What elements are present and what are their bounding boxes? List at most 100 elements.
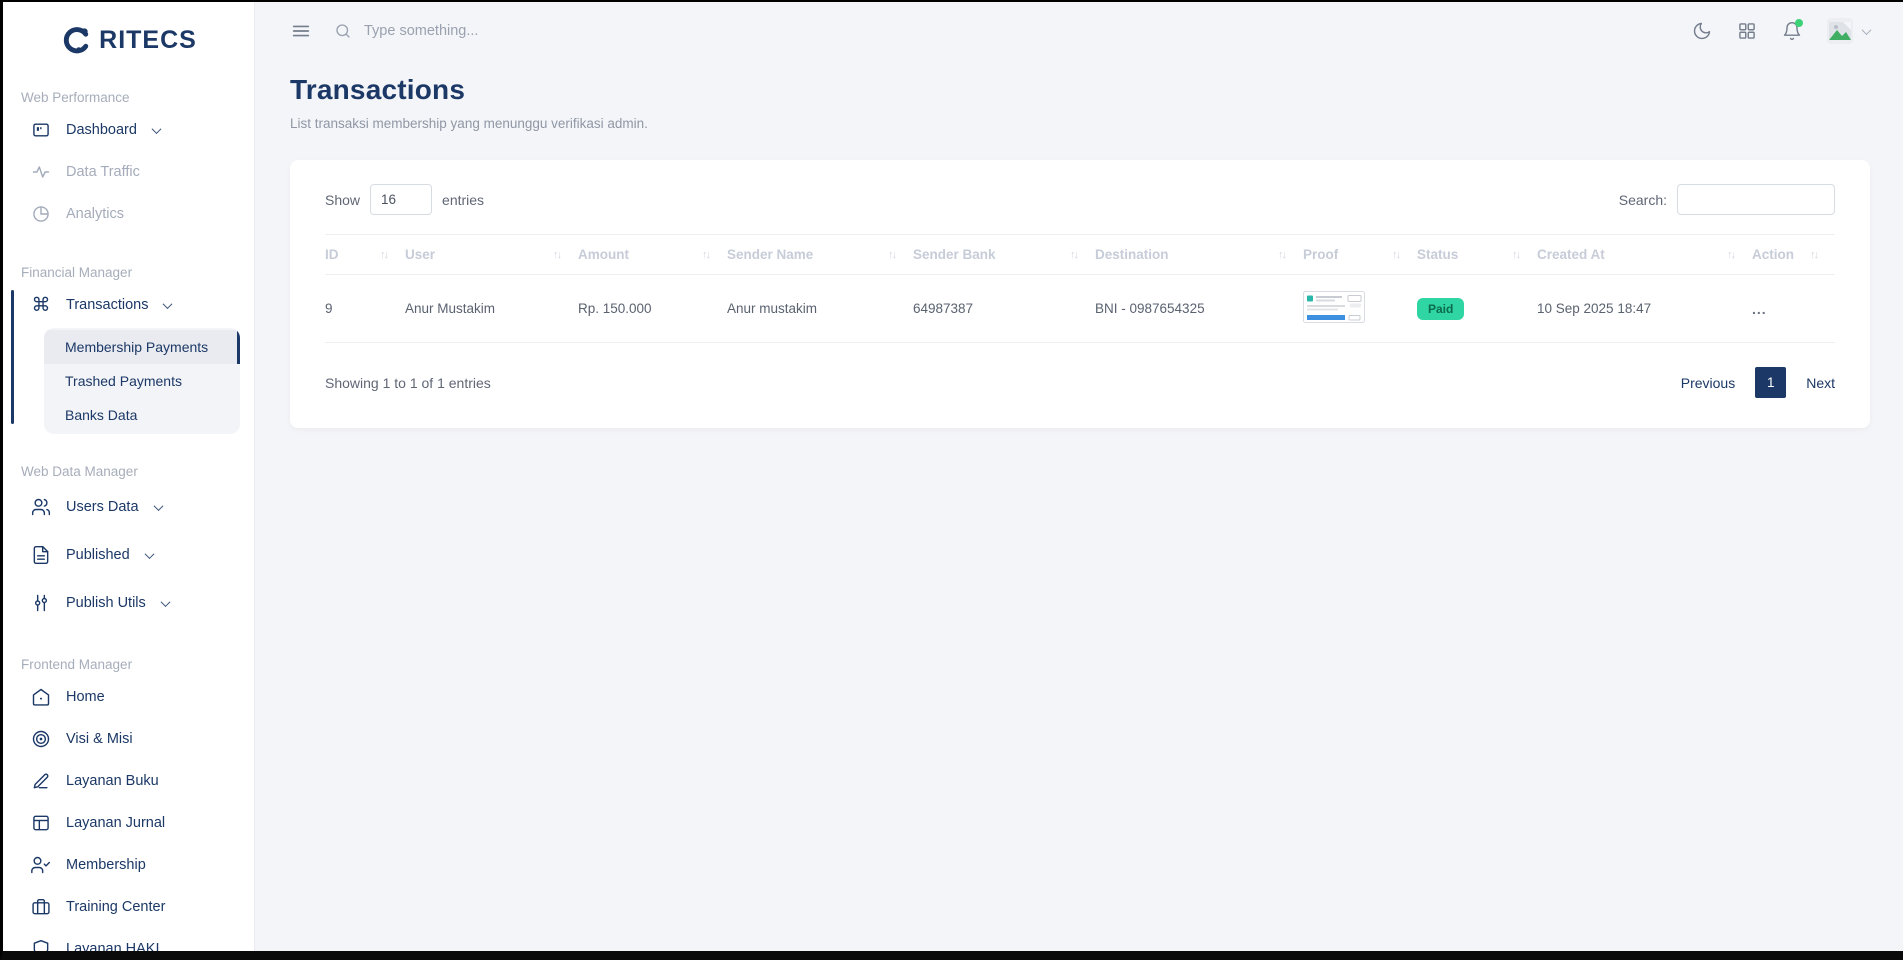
column-header-sender-name[interactable]: Sender Name↑↓: [727, 235, 913, 275]
transactions-submenu: Membership Payments Trashed Payments Ban…: [44, 328, 240, 434]
activity-icon: [30, 161, 52, 183]
brand-logo[interactable]: RITECS: [3, 2, 254, 60]
column-header-action[interactable]: Action↑↓: [1752, 235, 1835, 275]
apps-menu-button[interactable]: [1737, 21, 1757, 41]
sidebar-subitem-banks-data[interactable]: Banks Data: [44, 398, 240, 432]
sidebar-item-publish-utils[interactable]: Publish Utils: [3, 579, 254, 627]
pagination-page-1[interactable]: 1: [1755, 367, 1786, 398]
sort-icon: ↑↓: [1512, 249, 1519, 261]
sort-icon: ↑↓: [1392, 249, 1399, 261]
sort-icon: ↑↓: [553, 249, 560, 261]
transactions-group: ⌘ Transactions Membership Payments Trash…: [3, 284, 254, 434]
column-header-created-at[interactable]: Created At↑↓: [1537, 235, 1752, 275]
users-icon: [30, 496, 52, 518]
sort-icon: ↑↓: [1727, 249, 1734, 261]
sort-icon: ↑↓: [888, 249, 895, 261]
sidebar-item-label: Users Data: [66, 499, 139, 515]
sidebar-item-visi-misi[interactable]: Visi & Misi: [3, 718, 254, 760]
app-window: RITECS Web Performance Dashboard Data Tr…: [0, 0, 1903, 960]
pagination: Previous 1 Next: [1681, 367, 1835, 398]
cell-sender-name: Anur mustakim: [727, 275, 913, 343]
sidebar-item-analytics[interactable]: Analytics: [3, 193, 254, 235]
sidebar-item-training-center[interactable]: Training Center: [3, 886, 254, 928]
entries-info: Showing 1 to 1 of 1 entries: [325, 375, 491, 391]
row-actions-button[interactable]: ...: [1752, 301, 1767, 317]
sidebar-item-label: Membership: [66, 857, 146, 873]
grid-icon: [1737, 21, 1757, 41]
notifications-button[interactable]: [1782, 21, 1802, 41]
user-check-icon: [30, 854, 52, 876]
cell-sender-bank: 64987387: [913, 275, 1095, 343]
sidebar-item-label: Dashboard: [66, 122, 137, 138]
pagination-next-button[interactable]: Next: [1806, 375, 1835, 391]
sidebar-subitem-membership-payments[interactable]: Membership Payments: [44, 330, 240, 364]
sidebar-item-dashboard[interactable]: Dashboard: [3, 109, 254, 151]
table-search-input[interactable]: [1677, 184, 1835, 215]
sidebar-item-layanan-haki[interactable]: Layanan HAKI: [3, 928, 254, 951]
sidebar-item-published[interactable]: Published: [3, 531, 254, 579]
pen-icon: [30, 770, 52, 792]
target-icon: [30, 728, 52, 750]
pagination-previous-button[interactable]: Previous: [1681, 375, 1735, 391]
sort-icon: ↑↓: [380, 249, 387, 261]
sidebar-item-transactions[interactable]: ⌘ Transactions: [3, 284, 254, 326]
dashboard-icon: [30, 119, 52, 141]
transactions-card: Show entries Search:: [290, 160, 1870, 428]
section-title-financial-manager: Financial Manager: [21, 265, 254, 280]
sidebar-item-layanan-jurnal[interactable]: Layanan Jurnal: [3, 802, 254, 844]
global-search-input[interactable]: [364, 23, 684, 39]
hamburger-icon: [290, 20, 312, 42]
home-icon: [30, 686, 52, 708]
column-header-destination[interactable]: Destination↑↓: [1095, 235, 1303, 275]
layout-icon: [30, 812, 52, 834]
sidebar-item-users-data[interactable]: Users Data: [3, 483, 254, 531]
pie-chart-icon: [30, 203, 52, 225]
menu-toggle-button[interactable]: [290, 20, 312, 42]
sidebar-item-label: Published: [66, 547, 130, 563]
shield-icon: [30, 938, 52, 951]
sort-icon: ↑↓: [1810, 249, 1817, 261]
sidebar-item-label: Analytics: [66, 206, 124, 222]
cell-destination: BNI - 0987654325: [1095, 275, 1303, 343]
entries-label: entries: [442, 192, 484, 208]
sidebar-item-label: Transactions: [66, 297, 148, 313]
table-row: 9 Anur Mustakim Rp. 150.000 Anur mustaki…: [325, 275, 1835, 343]
column-header-id[interactable]: ID↑↓: [325, 235, 405, 275]
sidebar-item-label: Layanan Buku: [66, 773, 159, 789]
table-search-label: Search:: [1619, 192, 1667, 208]
column-header-amount[interactable]: Amount↑↓: [578, 235, 727, 275]
proof-thumbnail[interactable]: [1303, 291, 1365, 323]
sidebar-item-label: Layanan Jurnal: [66, 815, 165, 831]
command-icon: ⌘: [30, 294, 52, 316]
column-header-sender-bank[interactable]: Sender Bank↑↓: [913, 235, 1095, 275]
chevron-down-icon: [163, 299, 173, 309]
user-menu[interactable]: [1827, 18, 1870, 44]
page-title: Transactions: [290, 74, 1870, 106]
main-area: Transactions List transaksi membership y…: [255, 2, 1903, 951]
sidebar-item-home[interactable]: Home: [3, 676, 254, 718]
cell-id: 9: [325, 275, 405, 343]
sidebar-subitem-trashed-payments[interactable]: Trashed Payments: [44, 364, 240, 398]
cell-proof: [1303, 275, 1417, 343]
sidebar-item-membership[interactable]: Membership: [3, 844, 254, 886]
entries-count-input[interactable]: [370, 184, 432, 215]
column-header-status[interactable]: Status↑↓: [1417, 235, 1537, 275]
chevron-down-icon: [144, 549, 154, 559]
column-header-user[interactable]: User↑↓: [405, 235, 578, 275]
section-title-web-data-manager: Web Data Manager: [21, 464, 254, 479]
dark-mode-toggle[interactable]: [1692, 21, 1712, 41]
table-header-row: ID↑↓ User↑↓ Amount↑↓ Sender Name↑↓ Sende…: [325, 235, 1835, 275]
sidebar-item-data-traffic[interactable]: Data Traffic: [3, 151, 254, 193]
topbar: [255, 2, 1903, 60]
chevron-down-icon: [160, 597, 170, 607]
sidebar-item-layanan-buku[interactable]: Layanan Buku: [3, 760, 254, 802]
notification-badge-dot: [1795, 19, 1803, 27]
brand-name: RITECS: [99, 26, 197, 55]
sidebar-item-label: Training Center: [66, 899, 165, 915]
sidebar-item-label: Visi & Misi: [66, 731, 133, 747]
column-header-proof[interactable]: Proof↑↓: [1303, 235, 1417, 275]
sliders-icon: [30, 592, 52, 614]
status-badge: Paid: [1417, 298, 1464, 320]
cell-action: ...: [1752, 275, 1835, 343]
search-icon: [334, 22, 352, 40]
